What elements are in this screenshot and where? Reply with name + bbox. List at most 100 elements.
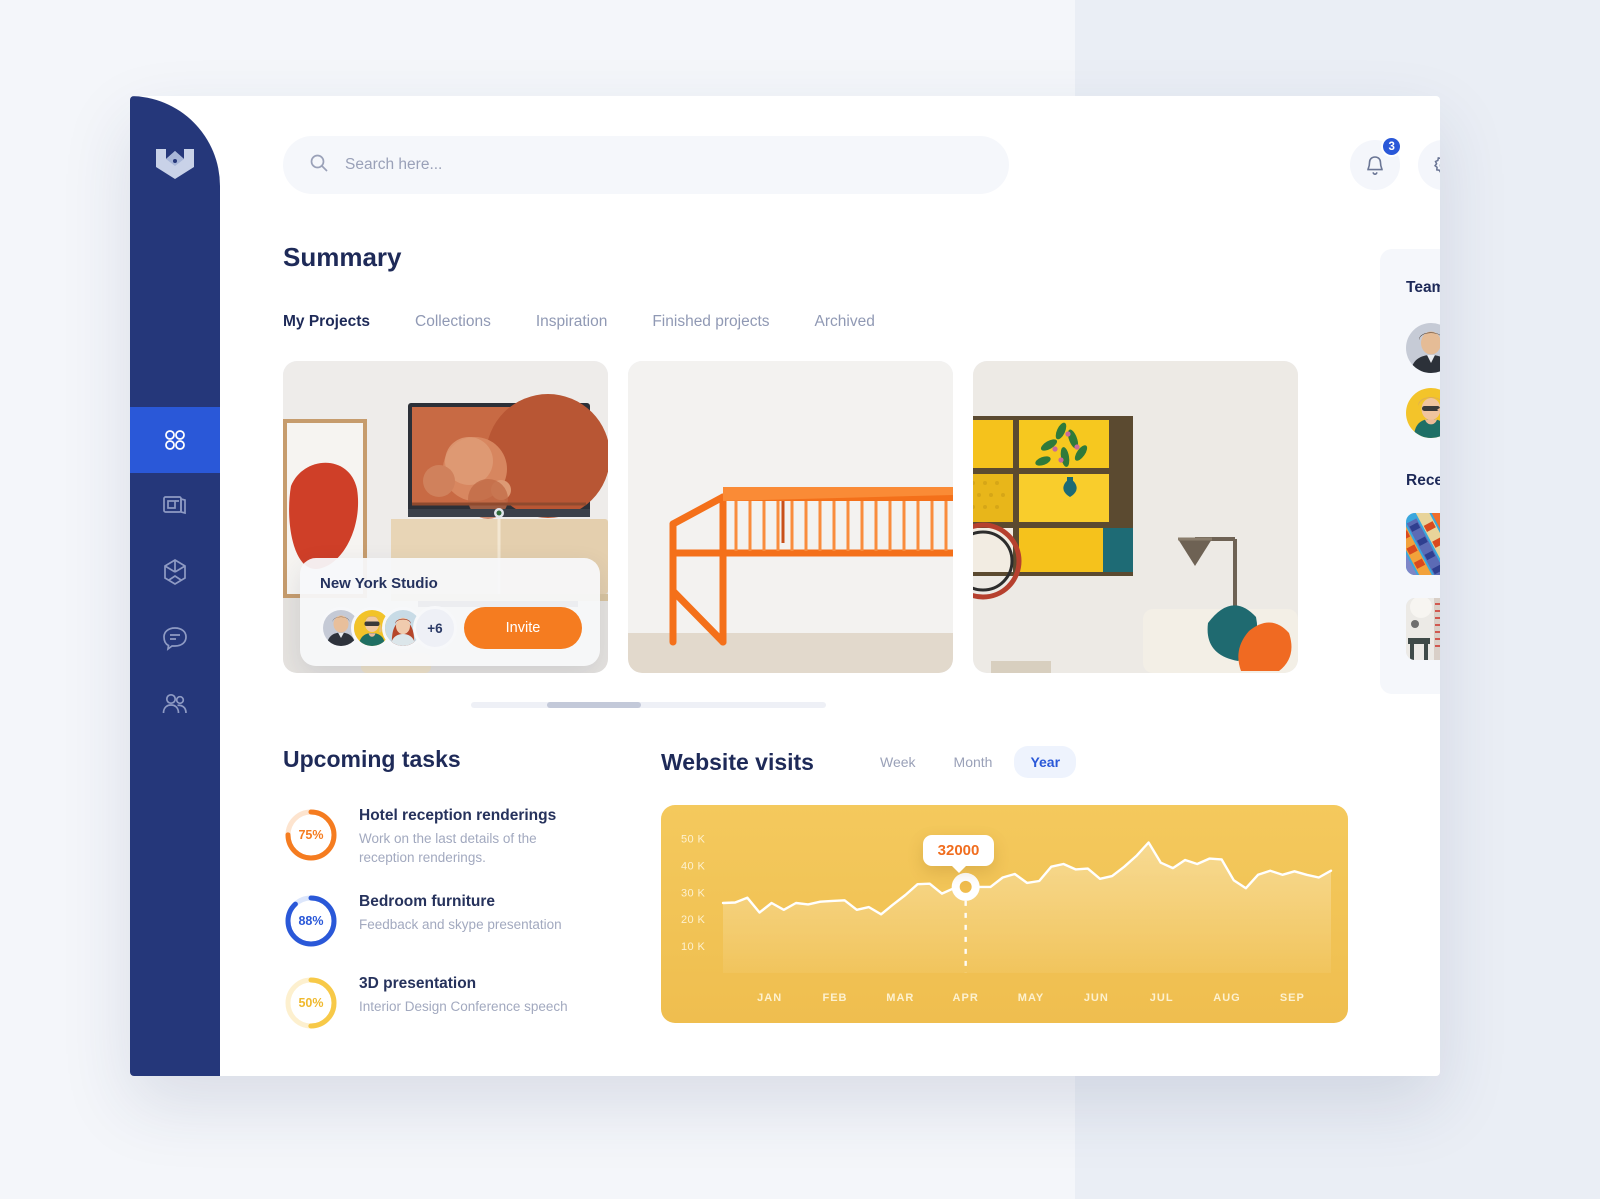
website-visits-chart[interactable]: 10 K 20 K 30 K 40 K 50 K JAN FEB MAR APR MAY JUN J… bbox=[661, 805, 1348, 1023]
task-title: 3D presentation bbox=[359, 975, 477, 993]
task-description: Interior Design Conference speech bbox=[359, 999, 568, 1015]
sidebar-nav bbox=[130, 407, 220, 737]
task-text: 3D presentation Interior Design Conferen… bbox=[359, 975, 568, 1017]
recent-activities-title: Recent Activities bbox=[1406, 472, 1440, 489]
svg-text:AUG: AUG bbox=[1213, 992, 1240, 1004]
content-column: Summary My Projects Collections Inspirat… bbox=[220, 194, 1348, 1076]
sidebar-item-messages[interactable] bbox=[130, 605, 220, 671]
search-bar[interactable] bbox=[283, 136, 1009, 194]
website-visits-title: Website visits bbox=[661, 748, 814, 775]
svg-text:40 K: 40 K bbox=[681, 860, 705, 872]
team-member-avatar[interactable] bbox=[1406, 388, 1440, 438]
project-tabs: My Projects Collections Inspiration Fini… bbox=[283, 313, 1348, 331]
carousel-scrollbar[interactable] bbox=[471, 702, 826, 708]
task-progress-ring: 50% bbox=[283, 975, 339, 1031]
task-description: Work on the last details of the receptio… bbox=[359, 831, 537, 865]
sidebar-item-team[interactable] bbox=[130, 671, 220, 737]
member-photo bbox=[1406, 323, 1440, 373]
top-header: 3 Miriam Watson bbox=[220, 96, 1440, 194]
project-card-orange-table[interactable] bbox=[628, 361, 953, 673]
task-progress-label: 88% bbox=[298, 914, 324, 929]
settings-button[interactable] bbox=[1418, 140, 1440, 190]
project-carousel[interactable]: New York Studio +6 Invite bbox=[283, 361, 1348, 673]
team-member-avatar[interactable] bbox=[1406, 323, 1440, 373]
lower-section: Upcoming tasks 75% Hotel reception rende… bbox=[283, 746, 1348, 1031]
svg-text:FEB: FEB bbox=[823, 992, 848, 1004]
panel-divider bbox=[1406, 438, 1440, 472]
studio-overlay-card: New York Studio +6 Invite bbox=[300, 558, 600, 666]
svg-text:20 K: 20 K bbox=[681, 914, 705, 926]
task-progress-ring: 75% bbox=[283, 807, 339, 863]
invite-button[interactable]: Invite bbox=[464, 607, 582, 649]
search-icon bbox=[309, 153, 329, 178]
body: Summary My Projects Collections Inspirat… bbox=[220, 194, 1440, 1076]
project-card-yellow-panels[interactable] bbox=[973, 361, 1298, 673]
tab-finished-projects[interactable]: Finished projects bbox=[652, 313, 769, 331]
upcoming-tasks-section: Upcoming tasks 75% Hotel reception rende… bbox=[283, 746, 623, 1031]
svg-text:MAY: MAY bbox=[1018, 992, 1044, 1004]
crown-logo-icon[interactable] bbox=[152, 141, 198, 187]
task-title: Bedroom furniture bbox=[359, 893, 496, 911]
sidebar-item-projects[interactable] bbox=[130, 473, 220, 539]
task-description: Feedback and skype presentation bbox=[359, 917, 562, 933]
task-progress-ring: 88% bbox=[283, 893, 339, 949]
range-month-button[interactable]: Month bbox=[938, 746, 1009, 778]
studio-members-row: +6 Invite bbox=[320, 606, 582, 650]
range-year-button[interactable]: Year bbox=[1014, 746, 1077, 778]
side-panel-card: Team Members bbox=[1380, 249, 1440, 694]
task-text: Hotel reception renderings Work on the l… bbox=[359, 807, 589, 867]
sidebar bbox=[130, 96, 220, 1076]
svg-text:50 K: 50 K bbox=[681, 833, 705, 845]
task-progress-label: 50% bbox=[298, 996, 324, 1011]
chart-canvas: 10 K 20 K 30 K 40 K 50 K JAN FEB MAR APR MAY JUN J… bbox=[681, 833, 1333, 1004]
task-title: Hotel reception renderings bbox=[359, 807, 557, 824]
website-visits-section: Website visits Week Month Year 10 K 20 K… bbox=[661, 746, 1348, 1031]
la-hotel-thumb bbox=[1406, 513, 1440, 575]
task-item[interactable]: 75% Hotel reception renderings Work on t… bbox=[283, 807, 623, 867]
svg-text:JUN: JUN bbox=[1084, 992, 1109, 1004]
main-area: 3 Miriam Watson bbox=[220, 96, 1440, 1076]
studio-extra-count[interactable]: +6 bbox=[413, 606, 457, 650]
svg-text:SEP: SEP bbox=[1280, 992, 1305, 1004]
svg-text:JAN: JAN bbox=[757, 992, 782, 1004]
tab-my-projects[interactable]: My Projects bbox=[283, 313, 370, 331]
task-item[interactable]: 50% 3D presentation Interior Design Conf… bbox=[283, 975, 623, 1031]
project-card-living-room[interactable]: New York Studio +6 Invite bbox=[283, 361, 608, 673]
studio-avatar-stack bbox=[320, 607, 424, 649]
range-week-button[interactable]: Week bbox=[864, 746, 932, 778]
header-actions: 3 Miriam Watson bbox=[1350, 136, 1440, 190]
notification-badge: 3 bbox=[1381, 136, 1403, 157]
app-window: 3 Miriam Watson bbox=[130, 96, 1440, 1076]
notifications-button[interactable]: 3 bbox=[1350, 136, 1403, 190]
tab-inspiration[interactable]: Inspiration bbox=[536, 313, 608, 331]
recent-activities-header: Recent Activities View all bbox=[1406, 472, 1440, 490]
tab-collections[interactable]: Collections bbox=[415, 313, 491, 331]
tab-archived[interactable]: Archived bbox=[815, 313, 875, 331]
svg-text:MAR: MAR bbox=[886, 992, 914, 1004]
carousel-scrollbar-thumb[interactable] bbox=[547, 702, 641, 708]
sidebar-item-dashboard[interactable] bbox=[130, 407, 220, 473]
task-item[interactable]: 88% Bedroom furniture Feedback and skype… bbox=[283, 893, 623, 949]
task-progress-label: 75% bbox=[298, 828, 324, 842]
team-members-title: Team Members bbox=[1406, 279, 1440, 296]
sidebar-item-models[interactable] bbox=[130, 539, 220, 605]
svg-text:10 K: 10 K bbox=[681, 941, 705, 953]
studio-title: New York Studio bbox=[320, 575, 438, 592]
website-visits-header: Website visits Week Month Year bbox=[661, 746, 1348, 778]
svg-text:30 K: 30 K bbox=[681, 887, 705, 899]
orange-table-photo bbox=[628, 361, 953, 673]
svg-text:APR: APR bbox=[953, 992, 979, 1004]
activity-item[interactable]: Zio Hotel Pitch NDA Zio Hotel just sent … bbox=[1406, 598, 1440, 660]
team-members-grid: + bbox=[1406, 323, 1440, 438]
activity-item[interactable]: LA Hotel Interior Design James Anderson … bbox=[1406, 513, 1440, 575]
upcoming-tasks-title: Upcoming tasks bbox=[283, 746, 461, 772]
page-title: Summary bbox=[283, 242, 402, 272]
right-panel: Team Members bbox=[1380, 249, 1440, 1076]
search-input[interactable] bbox=[345, 156, 983, 174]
zio-hotel-thumb bbox=[1406, 598, 1440, 660]
range-toggle: Week Month Year bbox=[864, 746, 1077, 778]
yellow-panels-photo bbox=[973, 361, 1298, 673]
svg-text:JUL: JUL bbox=[1150, 992, 1174, 1004]
task-text: Bedroom furniture Feedback and skype pre… bbox=[359, 893, 562, 935]
member-photo bbox=[1406, 388, 1440, 438]
